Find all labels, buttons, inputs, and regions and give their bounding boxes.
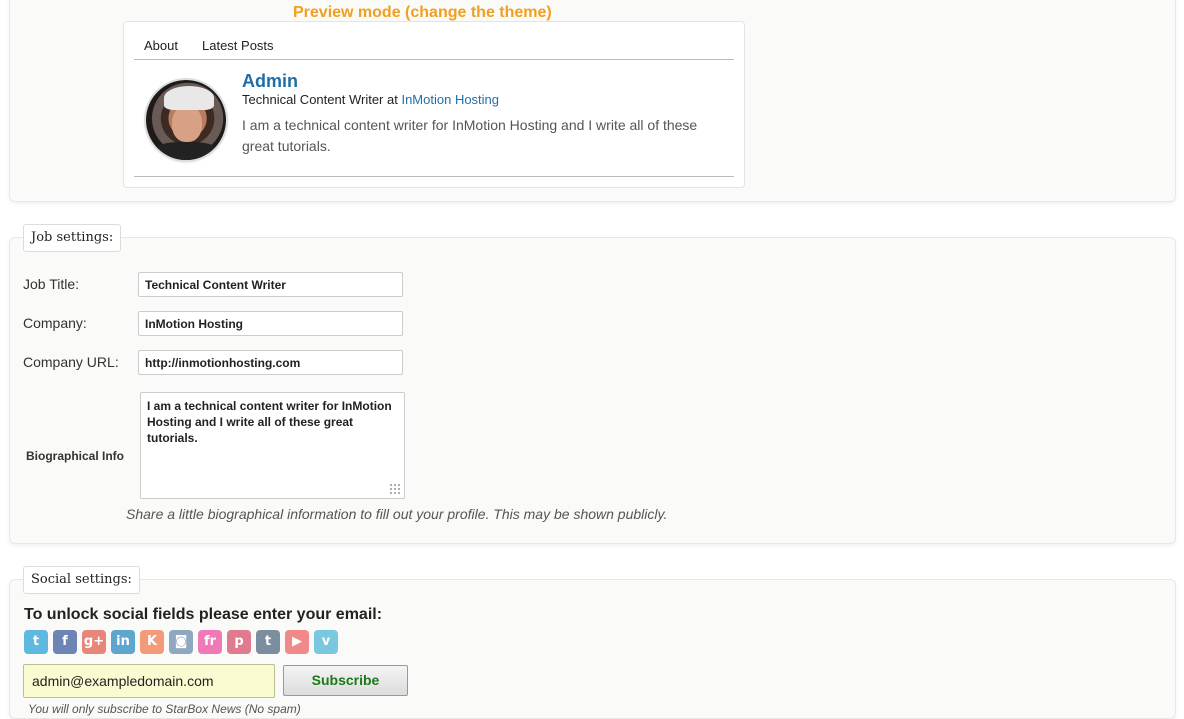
klout-icon[interactable]: K: [140, 630, 164, 654]
resize-grip-icon[interactable]: [389, 483, 401, 495]
twitter-icon[interactable]: t: [24, 630, 48, 654]
tumblr-icon[interactable]: t: [256, 630, 280, 654]
google-plus-icon[interactable]: g+: [82, 630, 106, 654]
job-title-label: Job Title:: [23, 276, 80, 292]
job-settings-legend: Job settings:: [23, 224, 122, 252]
company-url-label: Company URL:: [23, 354, 119, 370]
author-box-tabs: About Latest Posts: [134, 38, 734, 60]
subscribe-note: You will only subscribe to StarBox News …: [28, 702, 301, 716]
company-link[interactable]: InMotion Hosting: [401, 92, 499, 107]
company-input[interactable]: InMotion Hosting: [138, 311, 403, 336]
divider: [134, 176, 734, 177]
tab-latest-posts[interactable]: Latest Posts: [202, 38, 274, 53]
author-box-preview: About Latest Posts Admin Technical Conte…: [123, 21, 745, 188]
instagram-icon[interactable]: ◙: [169, 630, 193, 654]
biographical-info-label: Biographical Info: [26, 449, 125, 463]
company-url-input[interactable]: http://inmotionhosting.com: [138, 350, 403, 375]
author-name[interactable]: Admin: [242, 71, 298, 92]
unlock-social-heading: To unlock social fields please enter you…: [24, 606, 383, 623]
social-settings-legend: Social settings:: [23, 566, 140, 594]
biographical-info-textarea[interactable]: I am a technical content writer for InMo…: [140, 392, 405, 499]
vimeo-icon[interactable]: v: [314, 630, 338, 654]
flickr-icon[interactable]: fr: [198, 630, 222, 654]
preview-mode-link[interactable]: Preview mode (change the theme): [293, 4, 552, 22]
tab-about[interactable]: About: [144, 38, 178, 53]
author-bio: I am a technical content writer for InMo…: [242, 117, 698, 154]
avatar: [146, 80, 226, 160]
facebook-icon[interactable]: f: [53, 630, 77, 654]
pinterest-icon[interactable]: p: [227, 630, 251, 654]
youtube-icon[interactable]: ▶: [285, 630, 309, 654]
biographical-info-value: I am a technical content writer for InMo…: [147, 399, 392, 445]
email-field[interactable]: admin@exampledomain.com: [23, 664, 275, 698]
bio-hint-text: Share a little biographical information …: [126, 506, 668, 522]
subscribe-button[interactable]: Subscribe: [283, 665, 408, 696]
job-title-text: Technical Content Writer at: [242, 92, 398, 107]
linkedin-icon[interactable]: in: [111, 630, 135, 654]
company-label: Company:: [23, 315, 87, 331]
author-job-line: Technical Content Writer at InMotion Hos…: [242, 92, 499, 107]
job-title-input[interactable]: Technical Content Writer: [138, 272, 403, 297]
